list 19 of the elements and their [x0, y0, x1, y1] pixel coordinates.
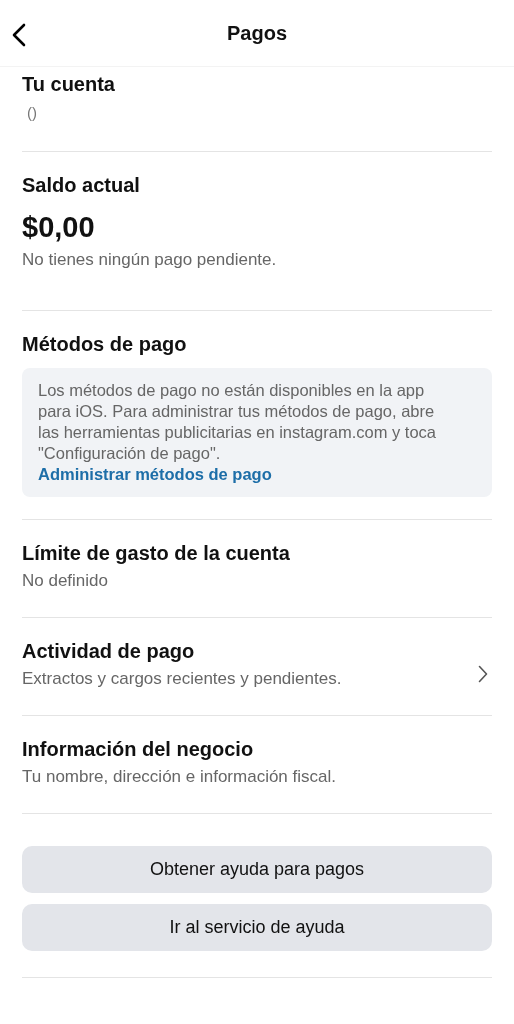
account-value: () — [27, 104, 38, 121]
section-title: Saldo actual — [22, 174, 141, 197]
section-title: Información del negocio — [22, 738, 255, 761]
page-title: Pagos — [227, 21, 287, 45]
help-button[interactable]: Obtener ayuda para pagos — [22, 846, 492, 893]
help-button[interactable]: Ir al servicio de ayuda — [22, 904, 492, 951]
balance-amount: $0,00 — [22, 211, 96, 244]
chevron-right-icon[interactable] — [478, 664, 488, 683]
section-title: Límite de gasto de la cuenta — [22, 542, 291, 565]
manage-methods-link[interactable]: Administrar métodos de pago — [38, 465, 272, 483]
section-subtitle: Extractos y cargos recientes y pendientes. — [22, 669, 343, 689]
balance-note: No tienes ningún pago pendiente. — [22, 250, 278, 270]
section-title: Actividad de pago — [22, 640, 196, 663]
notice-text: Los métodos de pago no están disponibles en la app para iOS. Para administrar tus métodos de pago, abre las herramientas publicitarias en instagram.com y toca "Configuración de pago". Administrar métodos de pago — [38, 381, 436, 483]
section-title: Tu cuenta — [22, 73, 116, 96]
section-subtitle: No definido — [22, 571, 109, 591]
section-title: Métodos de pago — [22, 333, 188, 356]
back-icon[interactable] — [12, 23, 26, 47]
section-subtitle: Tu nombre, dirección e información fiscal. — [22, 767, 337, 787]
